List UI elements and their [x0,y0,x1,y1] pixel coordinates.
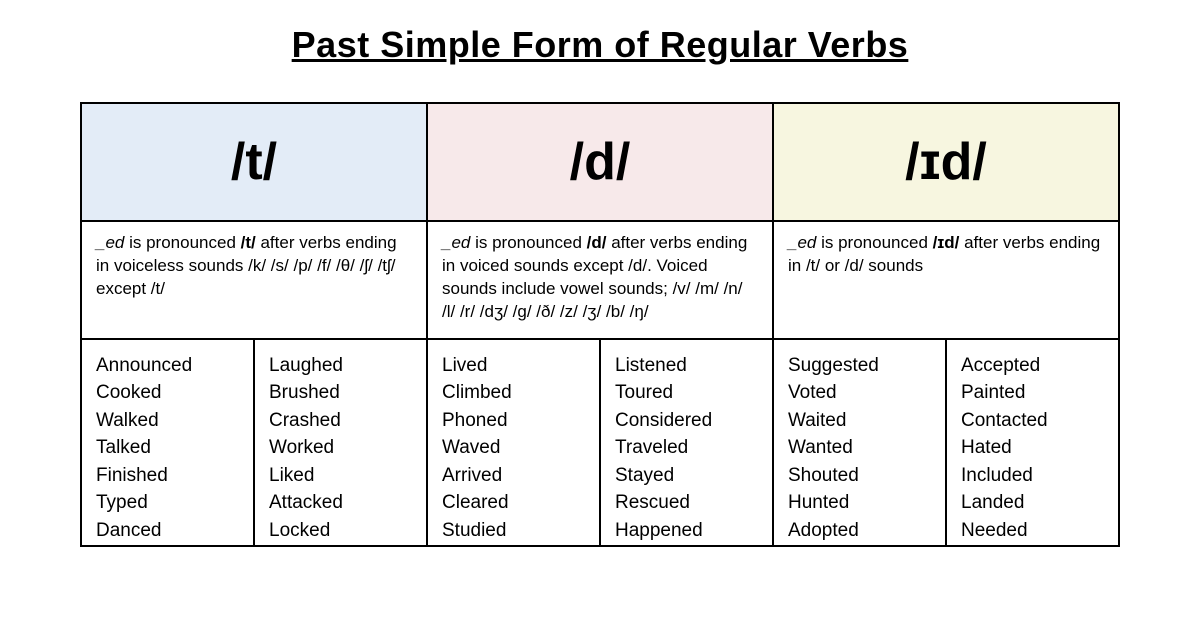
example-word: Toured [615,379,758,407]
rule-cell-d: _ed is pronounced /d/ after verbs ending… [427,221,773,339]
rule-cell-id: _ed is pronounced /ɪd/ after verbs endin… [773,221,1119,339]
example-word: Needed [961,517,1104,545]
rule-text: is pronounced [124,233,240,252]
example-word: Stayed [615,462,758,490]
page-title: Past Simple Form of Regular Verbs [80,24,1120,66]
example-list: SuggestedVotedWaitedWantedShoutedHuntedA… [788,352,931,545]
example-word: Liked [269,462,412,490]
rule-prefix: _ed [788,233,816,252]
examples-cell: LivedClimbedPhonedWavedArrivedClearedStu… [427,339,600,546]
example-word: Waited [788,407,931,435]
example-word: Included [961,462,1104,490]
example-list: ListenedTouredConsideredTraveledStayedRe… [615,352,758,545]
examples-cell: ListenedTouredConsideredTraveledStayedRe… [600,339,773,546]
example-word: Hated [961,434,1104,462]
example-word: Adopted [788,517,931,545]
column-header-t: /t/ [81,103,427,221]
example-word: Phoned [442,407,585,435]
example-word: Painted [961,379,1104,407]
examples-cell: AnnouncedCookedWalkedTalkedFinishedTyped… [81,339,254,546]
example-word: Hunted [788,489,931,517]
examples-cell: SuggestedVotedWaitedWantedShoutedHuntedA… [773,339,946,546]
example-word: Lived [442,352,585,380]
example-word: Announced [96,352,239,380]
example-list: LaughedBrushedCrashedWorkedLikedAttacked… [269,352,412,545]
example-word: Laughed [269,352,412,380]
example-word: Brushed [269,379,412,407]
example-word: Cooked [96,379,239,407]
example-word: Typed [96,489,239,517]
rule-text: is pronounced [470,233,586,252]
example-word: Cleared [442,489,585,517]
example-word: Accepted [961,352,1104,380]
example-word: Voted [788,379,931,407]
example-word: Arrived [442,462,585,490]
table-examples-row: AnnouncedCookedWalkedTalkedFinishedTyped… [81,339,1119,546]
example-word: Danced [96,517,239,545]
example-word: Locked [269,517,412,545]
example-word: Walked [96,407,239,435]
table-header-row: /t/ /d/ /ɪd/ [81,103,1119,221]
rule-phoneme: /t/ [241,233,256,252]
example-word: Finished [96,462,239,490]
example-word: Talked [96,434,239,462]
example-word: Shouted [788,462,931,490]
example-list: LivedClimbedPhonedWavedArrivedClearedStu… [442,352,585,545]
column-header-d: /d/ [427,103,773,221]
example-list: AnnouncedCookedWalkedTalkedFinishedTyped… [96,352,239,545]
rule-phoneme: /d/ [587,233,607,252]
rule-cell-t: _ed is pronounced /t/ after verbs ending… [81,221,427,339]
example-word: Rescued [615,489,758,517]
column-header-id: /ɪd/ [773,103,1119,221]
example-word: Landed [961,489,1104,517]
rule-prefix: _ed [96,233,124,252]
example-word: Studied [442,517,585,545]
pronunciation-table: /t/ /d/ /ɪd/ _ed is pronounced /t/ after… [80,102,1120,547]
example-word: Worked [269,434,412,462]
example-word: Suggested [788,352,931,380]
example-word: Contacted [961,407,1104,435]
table-rule-row: _ed is pronounced /t/ after verbs ending… [81,221,1119,339]
example-word: Happened [615,517,758,545]
example-word: Listened [615,352,758,380]
rule-phoneme: /ɪd/ [933,233,960,252]
example-word: Crashed [269,407,412,435]
example-word: Wanted [788,434,931,462]
example-list: AcceptedPaintedContactedHatedIncludedLan… [961,352,1104,545]
examples-cell: AcceptedPaintedContactedHatedIncludedLan… [946,339,1119,546]
example-word: Climbed [442,379,585,407]
rule-text: is pronounced [816,233,932,252]
rule-prefix: _ed [442,233,470,252]
examples-cell: LaughedBrushedCrashedWorkedLikedAttacked… [254,339,427,546]
example-word: Considered [615,407,758,435]
example-word: Waved [442,434,585,462]
example-word: Traveled [615,434,758,462]
example-word: Attacked [269,489,412,517]
